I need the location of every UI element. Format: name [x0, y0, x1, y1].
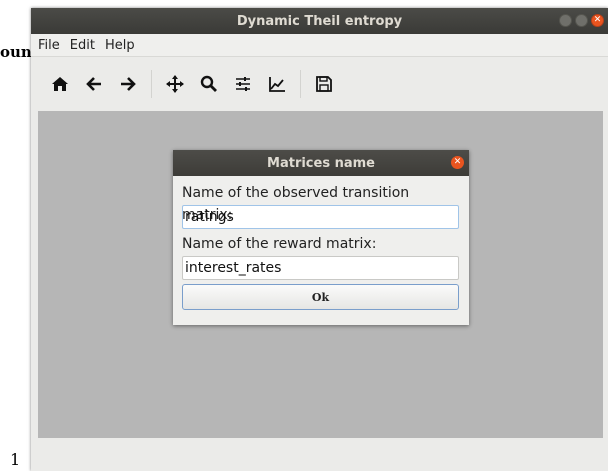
- main-window: Dynamic Theil entropy ✕ File Edit Help M…: [31, 8, 608, 471]
- minimize-icon[interactable]: [559, 14, 572, 27]
- save-icon[interactable]: [307, 67, 341, 101]
- menubar: File Edit Help: [31, 34, 608, 57]
- home-icon[interactable]: [43, 67, 77, 101]
- window-controls: ✕: [559, 14, 604, 27]
- menu-edit[interactable]: Edit: [65, 38, 100, 53]
- window-titlebar[interactable]: Dynamic Theil entropy ✕: [31, 8, 608, 34]
- reward-matrix-input[interactable]: [182, 256, 459, 280]
- background-number: 1: [10, 450, 21, 469]
- observed-matrix-label: Name of the observed transition matrix:: [182, 185, 410, 223]
- background-text-fragment: oun: [0, 43, 32, 61]
- edit-axis-icon[interactable]: [260, 67, 294, 101]
- forward-arrow-icon[interactable]: [111, 67, 145, 101]
- configure-subplots-icon[interactable]: [226, 67, 260, 101]
- dialog-titlebar[interactable]: Matrices name ✕: [173, 150, 469, 176]
- dialog-close-icon[interactable]: ✕: [451, 156, 464, 169]
- maximize-icon[interactable]: [575, 14, 588, 27]
- menu-file[interactable]: File: [31, 38, 65, 53]
- back-arrow-icon[interactable]: [77, 67, 111, 101]
- ok-button[interactable]: Ok: [182, 284, 459, 310]
- window-title: Dynamic Theil entropy: [236, 13, 403, 29]
- dialog-title: Matrices name: [267, 155, 375, 171]
- toolbar-separator: [300, 70, 301, 98]
- close-icon[interactable]: ✕: [591, 14, 604, 27]
- pan-icon[interactable]: [158, 67, 192, 101]
- menu-help[interactable]: Help: [100, 38, 140, 53]
- reward-matrix-label: Name of the reward matrix:: [182, 236, 377, 252]
- zoom-icon[interactable]: [192, 67, 226, 101]
- matrices-name-dialog: Matrices name ✕ Name of the observed tra…: [173, 150, 469, 325]
- navigation-toolbar: [31, 57, 608, 111]
- toolbar-separator: [151, 70, 152, 98]
